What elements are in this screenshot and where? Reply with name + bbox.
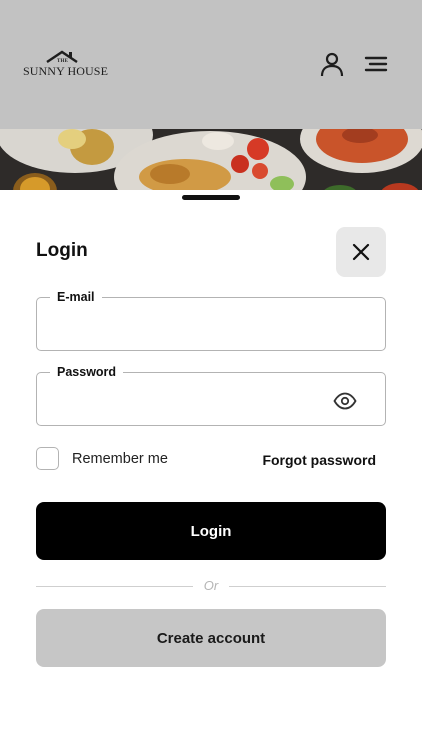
logo[interactable]: THE SUNNY HOUSE	[23, 50, 108, 80]
password-field: Password	[36, 365, 386, 426]
user-icon[interactable]	[318, 50, 346, 78]
remember-me-option[interactable]: Remember me	[36, 447, 168, 470]
email-label: E-mail	[50, 290, 102, 304]
logo-brand-name: SUNNY HOUSE	[23, 64, 108, 78]
login-button[interactable]: Login	[36, 502, 386, 560]
hamburger-menu-icon[interactable]	[362, 50, 390, 78]
create-account-button[interactable]: Create account	[36, 609, 386, 667]
login-title: Login	[36, 240, 88, 261]
or-divider: Or	[36, 578, 386, 594]
eye-icon[interactable]	[333, 389, 357, 413]
password-input[interactable]	[51, 387, 321, 413]
food-banner-image	[0, 129, 422, 199]
login-sheet: Login E-mail Password Remember me Forgot…	[0, 190, 422, 750]
close-button[interactable]	[336, 227, 386, 277]
app-header: THE SUNNY HOUSE	[0, 0, 422, 129]
forgot-password-link[interactable]: Forgot password	[262, 452, 376, 468]
drag-handle[interactable]	[182, 195, 240, 200]
email-field: E-mail	[36, 290, 386, 351]
email-input[interactable]	[51, 312, 321, 338]
password-label: Password	[50, 365, 124, 379]
remember-me-label: Remember me	[72, 450, 168, 467]
divider-line-right	[229, 586, 386, 587]
close-icon	[352, 243, 370, 261]
remember-me-checkbox[interactable]	[36, 447, 59, 470]
